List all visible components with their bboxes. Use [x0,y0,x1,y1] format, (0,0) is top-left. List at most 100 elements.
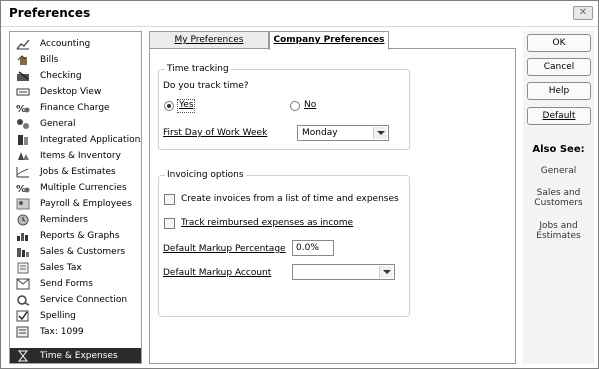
sidebar-item-label: General [40,119,76,129]
also-see-heading: Also See: [532,144,585,155]
sidebar-item-label: Reminders [40,215,88,225]
also-see-link-jobs-estimates[interactable]: Jobs and Estimates [523,221,594,241]
sidebar-item-reminders[interactable]: Reminders [10,212,141,228]
time-expenses-icon [16,350,30,362]
markup-percentage-label: Default Markup Percentage [163,244,286,254]
also-see-link-sales-customers[interactable]: Sales and Customers [523,188,594,208]
sidebar-item-label: Bills [40,55,59,65]
company-preferences-panel: Time tracking Do you track time? Yes No … [149,48,516,364]
sidebar-item-desktop-view[interactable]: Desktop View [10,84,141,100]
sidebar-item-label: Spelling [40,311,76,321]
default-button[interactable]: Default [527,107,591,125]
sidebar-item-reports-graphs[interactable]: Reports & Graphs [10,228,141,244]
reports-graphs-icon [16,230,30,242]
sidebar-item-label: Desktop View [40,87,102,97]
sidebar-item-time-expenses[interactable]: Time & Expenses [10,348,141,363]
also-see-link-general[interactable]: General [523,166,594,176]
sidebar-item-label: Finance Charge [40,103,110,113]
svg-text:%: % [16,104,26,114]
service-connection-icon [16,294,30,306]
sidebar-item-general[interactable]: General [10,116,141,132]
sidebar-item-checking[interactable]: Checking [10,68,141,84]
sidebar-item-sales-customers[interactable]: Sales & Customers [10,244,141,260]
action-button-column: OK Cancel Help Default Also See: General… [523,31,594,364]
group-title: Invoicing options [165,170,246,180]
sidebar-item-integrated-applications[interactable]: Integrated Applications [10,132,141,148]
chevron-down-icon[interactable] [373,127,387,139]
sidebar-item-multiple-currencies[interactable]: % Multiple Currencies [10,180,141,196]
sidebar-item-label: Payroll & Employees [40,199,132,209]
sidebar-item-finance-charge[interactable]: % Finance Charge [10,100,141,116]
tab-my-preferences[interactable]: My Preferences [149,31,269,49]
sidebar-item-send-forms[interactable]: Send Forms [10,276,141,292]
sidebar-item-label: Checking [40,71,82,81]
group-title: Time tracking [165,64,231,74]
ok-button[interactable]: OK [527,34,591,52]
preferences-category-list[interactable]: Accounting Bills Checking Desktop View %… [9,31,142,364]
reminders-icon [16,214,30,226]
sales-customers-icon [16,246,30,258]
create-invoices-label[interactable]: Create invoices from a list of time and … [181,194,399,204]
markup-account-select[interactable] [292,264,395,280]
general-icon [16,118,30,130]
sidebar-item-jobs-estimates[interactable]: Jobs & Estimates [10,164,141,180]
close-icon[interactable]: ✕ [579,7,587,18]
sidebar-item-sales-tax[interactable]: Sales Tax [10,260,141,276]
tab-label: Company Preferences [273,35,385,45]
no-radio[interactable] [290,101,300,111]
sidebar-item-label: Service Connection [40,295,128,305]
sidebar-item-service-connection[interactable]: Service Connection [10,292,141,308]
help-button[interactable]: Help [527,82,591,100]
sidebar-item-label: Sales & Customers [40,247,126,257]
window-title: Preferences [9,6,91,20]
create-invoices-checkbox[interactable] [164,194,175,205]
sidebar-item-bills[interactable]: Bills [10,52,141,68]
default-label: Default [542,111,576,121]
preferences-window: Preferences ✕ Accounting Bills Checking … [0,0,599,369]
first-day-label: First Day of Work Week [163,128,268,138]
sidebar-item-label: Jobs & Estimates [40,167,116,177]
yes-radio[interactable] [164,101,174,111]
invoicing-options-group: Invoicing options Create invoices from a… [158,170,410,317]
track-time-question: Do you track time? [163,81,249,91]
sidebar-item-label: Integrated Applications [40,135,142,145]
no-label[interactable]: No [304,100,316,110]
sidebar-item-tax-1099[interactable]: Tax: 1099 [10,324,141,340]
track-reimbursed-label[interactable]: Track reimbursed expenses as income [181,218,353,228]
markup-account-label: Default Markup Account [163,268,272,278]
sidebar-item-spelling[interactable]: Spelling [10,308,141,324]
jobs-estimates-icon [16,166,30,178]
sidebar-item-label: Accounting [40,39,91,49]
preferences-content: My Preferences Company Preferences Time … [149,31,516,364]
finance-charge-icon: % [16,102,30,115]
desktop-view-icon [16,86,30,98]
track-reimbursed-checkbox[interactable] [164,218,175,229]
sidebar-item-payroll-employees[interactable]: Payroll & Employees [10,196,141,212]
close-button[interactable]: ✕ [573,6,593,20]
tab-company-preferences[interactable]: Company Preferences [269,31,389,50]
sidebar-item-label: Time & Expenses [40,351,118,361]
first-day-select[interactable]: Monday [297,125,389,141]
first-day-value: Monday [302,128,338,138]
sidebar-item-label: Items & Inventory [40,151,121,161]
tax-1099-icon [16,326,30,338]
markup-percentage-value: 0.0% [296,243,319,253]
cancel-button[interactable]: Cancel [527,58,591,76]
payroll-employees-icon [16,198,30,210]
multiple-currencies-icon: % [16,182,30,195]
sidebar-item-items-inventory[interactable]: Items & Inventory [10,148,141,164]
sidebar-item-label: Multiple Currencies [40,183,127,193]
sidebar-item-label: Sales Tax [40,263,82,273]
tab-label: My Preferences [174,35,244,45]
checking-icon [16,70,30,82]
sidebar-item-label: Reports & Graphs [40,231,120,241]
yes-label[interactable]: Yes [179,100,194,110]
integrated-applications-icon [16,134,30,146]
chevron-down-icon[interactable] [379,266,393,278]
svg-text:%: % [16,184,26,194]
spelling-icon [16,310,30,322]
markup-percentage-input[interactable]: 0.0% [292,240,334,256]
bills-icon [16,54,30,66]
title-bar[interactable]: Preferences ✕ [1,1,598,27]
sidebar-item-accounting[interactable]: Accounting [10,36,141,52]
